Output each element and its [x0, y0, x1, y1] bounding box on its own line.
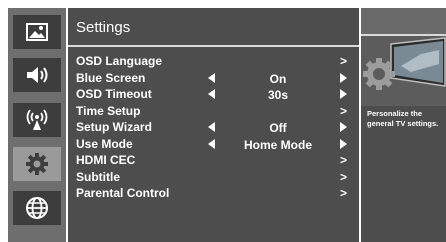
tv-osd-screen: Settings OSD Language > Blue Screen On O…: [0, 0, 446, 242]
left-arrow-icon[interactable]: [208, 138, 215, 149]
info-header: [361, 8, 446, 34]
menu-item-value: 30s: [267, 88, 289, 102]
settings-illustration: [361, 36, 446, 106]
menu-item-label: Setup Wizard: [76, 120, 152, 134]
settings-panel: Settings OSD Language > Blue Screen On O…: [68, 8, 359, 242]
speaker-icon: [25, 65, 49, 85]
page-title: Settings: [76, 19, 131, 36]
menu-item-blue-screen[interactable]: Blue Screen On: [68, 70, 359, 87]
menu-item-value: Off: [269, 121, 287, 135]
menu-item-value: Home Mode: [243, 137, 312, 152]
right-arrow-icon[interactable]: [340, 138, 347, 149]
menu-item-subtitle[interactable]: Subtitle >: [68, 169, 359, 186]
submenu-arrow-icon: >: [340, 186, 348, 200]
submenu-arrow-icon: >: [340, 54, 348, 68]
left-arrow-icon[interactable]: [208, 122, 215, 132]
menu-item-hdmi-cec[interactable]: HDMI CEC >: [68, 152, 359, 169]
menu-item-osd-timeout[interactable]: OSD Timeout 30s: [68, 86, 359, 103]
picture-icon: [26, 23, 48, 41]
sidebar-item-settings[interactable]: [13, 147, 61, 181]
menu-item-label: HDMI CEC: [76, 153, 136, 167]
menu-item-label: Subtitle: [76, 169, 120, 184]
right-arrow-icon[interactable]: [340, 72, 347, 83]
submenu-arrow-icon: >: [340, 169, 348, 184]
sidebar-item-picture[interactable]: [13, 15, 61, 49]
sidebar-item-channel[interactable]: [13, 103, 61, 137]
menu-item-use-mode[interactable]: Use Mode Home Mode: [68, 136, 359, 153]
menu-item-label: OSD Timeout: [76, 87, 152, 101]
sidebar-item-sound[interactable]: [13, 58, 61, 92]
submenu-arrow-icon: >: [340, 153, 348, 167]
menu-item-osd-language[interactable]: OSD Language >: [68, 53, 359, 70]
info-panel: Personalize the general TV settings.: [361, 8, 446, 242]
left-arrow-icon[interactable]: [208, 89, 215, 99]
submenu-arrow-icon: >: [340, 103, 348, 118]
info-description: Personalize the general TV settings.: [367, 109, 439, 128]
right-arrow-icon[interactable]: [340, 122, 347, 132]
menu-item-label: Parental Control: [76, 186, 170, 200]
settings-gear-icon: [25, 152, 49, 176]
settings-menu: OSD Language > Blue Screen On OSD Timeou…: [68, 53, 359, 202]
menu-item-label: Time Setup: [76, 103, 141, 118]
menu-item-label: OSD Language: [76, 54, 163, 68]
globe-icon: [25, 196, 49, 220]
right-arrow-icon[interactable]: [340, 89, 347, 99]
antenna-icon: [25, 109, 49, 131]
title-divider: [68, 45, 359, 47]
sidebar: [8, 8, 66, 242]
menu-item-time-setup[interactable]: Time Setup >: [68, 103, 359, 120]
menu-item-label: Blue Screen: [76, 70, 146, 85]
menu-item-parental-control[interactable]: Parental Control >: [68, 185, 359, 202]
left-arrow-icon[interactable]: [208, 72, 215, 83]
sidebar-item-network[interactable]: [13, 191, 61, 225]
menu-item-setup-wizard[interactable]: Setup Wizard Off: [68, 119, 359, 136]
menu-item-value: On: [269, 71, 287, 86]
menu-item-label: Use Mode: [76, 136, 133, 151]
